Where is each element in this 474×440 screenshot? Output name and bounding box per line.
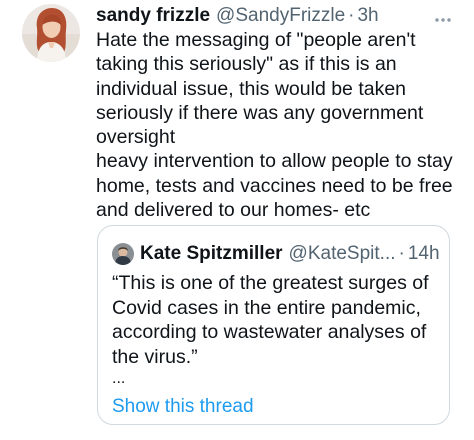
- display-name[interactable]: sandy frizzle: [96, 5, 210, 27]
- quoted-text-line: “This is one of the greatest surges of: [112, 272, 429, 294]
- timestamp[interactable]: 3h: [357, 5, 378, 27]
- tweet-text-line: taking this seriously" as if this is an: [96, 53, 397, 76]
- truncation-ellipsis: ...: [112, 370, 126, 387]
- tweet-text: Hate the messaging of "people aren't tak…: [96, 28, 468, 222]
- more-horizontal-icon[interactable]: [434, 10, 452, 22]
- quoted-user-handle: @KateSpit...: [288, 243, 396, 264]
- quoted-text-line: the virus.”: [112, 345, 198, 368]
- tweet-header: sandy frizzle @SandyFrizzle · 3h: [96, 5, 460, 29]
- quoted-tweet-card[interactable]: Kate Spitzmiller @KateSpit... · 14h “Thi…: [97, 225, 450, 425]
- quoted-display-name: Kate Spitzmiller: [140, 243, 283, 264]
- tweet[interactable]: sandy frizzle @SandyFrizzle · 3h Hate th…: [0, 0, 474, 440]
- quoted-text-line: Covid cases in the entire pandemic,: [112, 296, 421, 319]
- quoted-tweet-text: “This is one of the greatest surges of C…: [112, 271, 442, 369]
- tweet-text-line: home, tests and vaccines need to be free: [96, 174, 453, 197]
- tweet-text-line: oversight: [96, 126, 176, 149]
- tweet-text-line: and delivered to our homes- etc: [96, 199, 371, 222]
- quoted-separator-dot: ·: [398, 243, 405, 264]
- separator-dot: ·: [348, 5, 355, 26]
- tweet-text-line: individual issue, this would be taken: [96, 77, 407, 100]
- user-handle[interactable]: @SandyFrizzle: [216, 5, 345, 27]
- quoted-tweet-header: Kate Spitzmiller @KateSpit... · 14h: [112, 242, 441, 266]
- tweet-text-line: heavy intervention to allow people to st…: [96, 150, 453, 173]
- tweet-text-line: Hate the messaging of "people aren't: [96, 29, 416, 51]
- avatar-image: [22, 4, 80, 62]
- tweet-text-line: seriously if there was any government: [96, 101, 424, 124]
- quoted-avatar[interactable]: [112, 243, 134, 265]
- avatar[interactable]: [22, 4, 80, 62]
- show-thread-link[interactable]: Show this thread: [112, 396, 254, 418]
- quoted-timestamp: 14h: [407, 243, 440, 264]
- quoted-text-line: according to wastewater analyses of: [112, 321, 427, 343]
